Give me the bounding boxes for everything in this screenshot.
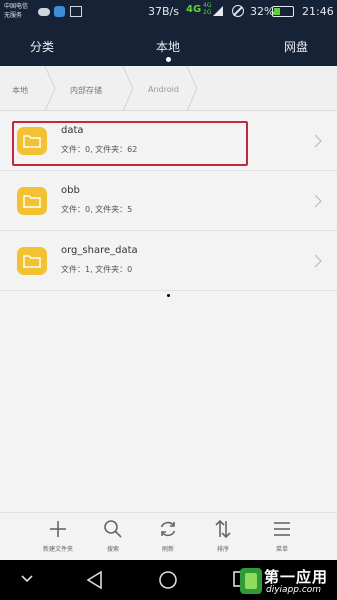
folder-icon [17,187,47,215]
sort-button[interactable]: 排序 [198,519,248,553]
file-name: obb [61,185,80,196]
highlight-box [12,121,248,166]
breadcrumb-item-local[interactable]: 本地 [12,85,28,96]
new-folder-button[interactable]: 新建文件夹 [33,519,83,553]
tab-cloud-drive[interactable]: 网盘 [284,38,308,55]
new-folder-label: 新建文件夹 [42,546,73,553]
network-speed: 37B/s [148,5,179,18]
breadcrumb-item-android[interactable]: Android [148,85,179,94]
carrier-text: 中国电信 无服务 [4,3,29,19]
list-item[interactable]: obb 文件：0, 文件夹：5 [0,171,337,231]
plus-icon [50,521,66,537]
active-tab-indicator [166,57,171,62]
sort-label: 排序 [216,546,229,553]
breadcrumb-separator-icon [122,66,134,111]
refresh-button[interactable]: 刷新 [143,519,193,553]
back-icon[interactable] [86,570,104,590]
file-name: org_share_data [61,245,138,256]
folder-icon [17,247,47,275]
tab-category[interactable]: 分类 [30,38,54,55]
breadcrumb: 本地 内部存储 Android [0,66,337,111]
battery-percent: 32% [250,5,275,18]
chevron-down-icon[interactable] [20,574,34,584]
chevron-right-icon [314,194,322,208]
file-meta: 文件：1, 文件夹：0 [61,265,133,274]
search-button[interactable]: 搜索 [88,519,138,553]
menu-button[interactable]: 菜单 [257,519,307,553]
list-item[interactable]: org_share_data 文件：1, 文件夹：0 [0,231,337,291]
watermark-url: diyiapp.com [266,585,322,595]
cloud-icon [38,8,50,16]
watermark-title: 第一应用 [264,568,329,586]
chevron-right-icon [314,134,322,148]
chevron-right-icon [314,254,322,268]
menu-icon [274,522,290,536]
bottom-toolbar: 新建文件夹 搜索 刷新 排序 菜单 [0,512,337,560]
tab-local[interactable]: 本地 [156,38,180,55]
network-type: 4G [186,4,202,15]
refresh-label: 刷新 [161,546,174,553]
sort-icon [215,519,231,539]
home-icon[interactable] [158,570,178,590]
breadcrumb-item-internal-storage[interactable]: 内部存储 [70,85,102,96]
battery-icon [272,6,294,17]
refresh-icon [160,521,176,537]
clock: 21:46 [302,5,334,18]
image-notification-icon [70,6,82,17]
do-not-disturb-icon [232,5,244,17]
status-bar: 中国电信 无服务 37B/s 4G 4G 2G 32% 21:46 [0,0,337,24]
tab-bar: 分类 本地 网盘 [0,24,337,66]
touch-indicator [167,294,170,297]
app-notification-icon [54,6,65,17]
menu-label: 菜单 [275,546,288,553]
breadcrumb-separator-icon [44,66,56,111]
network-type-secondary: 4G 2G [203,2,212,16]
search-label: 搜索 [106,546,119,553]
file-meta: 文件：0, 文件夹：5 [61,205,133,214]
signal-icon [213,6,223,16]
breadcrumb-separator-icon [186,66,198,111]
search-icon [104,520,122,538]
